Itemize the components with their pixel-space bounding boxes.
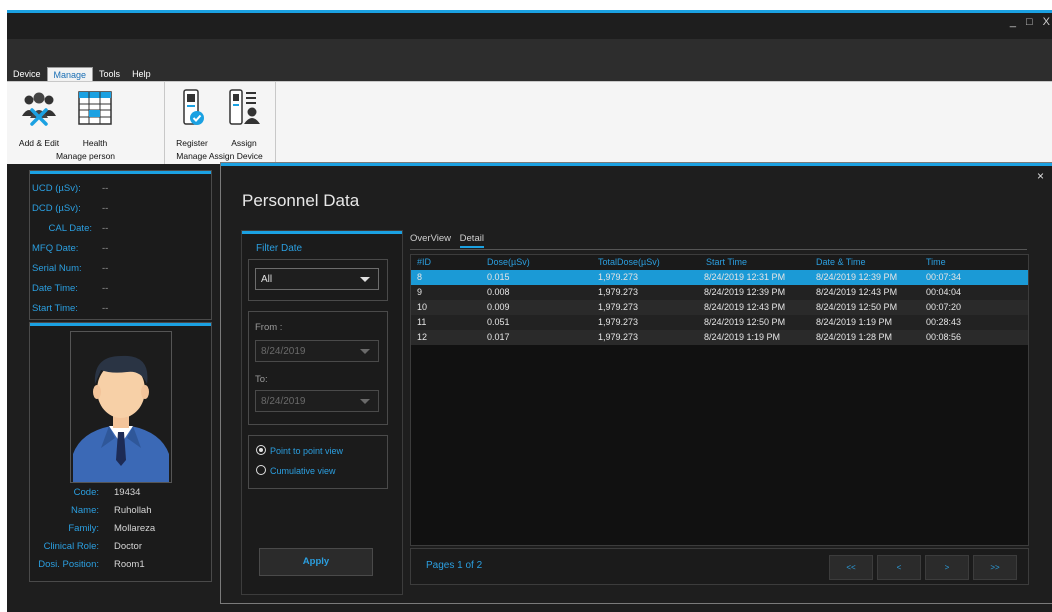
- add-edit-button[interactable]: Add & Edit: [11, 88, 67, 148]
- from-label: From :: [255, 322, 283, 333]
- field-serial-num: Serial Num: --: [32, 263, 109, 274]
- field-mfq-date: MFQ Date: --: [32, 243, 109, 254]
- health-button[interactable]: Health: [67, 88, 123, 148]
- chevron-down-icon: [360, 399, 370, 404]
- register-label: Register: [176, 138, 208, 148]
- page-indicator: Pages 1 of 2: [426, 560, 483, 571]
- tab-bar: OverView Detail: [410, 233, 490, 248]
- column-header[interactable]: #ID: [411, 255, 481, 270]
- from-date-picker[interactable]: 8/24/2019: [255, 340, 379, 362]
- assign-button[interactable]: Assign: [216, 88, 272, 148]
- date-box: From : 8/24/2019 To: 8/24/2019: [248, 311, 388, 425]
- filter-panel: Filter Date All From : 8/24/2019 To: 8/2…: [241, 230, 403, 595]
- person-panel: Code: 19434 Name: Ruhollah Family: Mollarez…: [29, 322, 212, 582]
- table-row[interactable]: 11 0.051 1,979.273 8/24/2019 12:50 PM 8/…: [411, 315, 1028, 330]
- register-button[interactable]: Register: [164, 88, 220, 148]
- assign-label: Assign: [231, 138, 257, 148]
- personnel-data-panel: × Personnel Data Filter Date All From : …: [220, 162, 1052, 604]
- field-dcd: DCD (µSv): --: [32, 203, 109, 214]
- table-row[interactable]: 10 0.009 1,979.273 8/24/2019 12:43 PM 8/…: [411, 300, 1028, 315]
- tab-overview[interactable]: OverView: [410, 233, 451, 244]
- close-window-button[interactable]: X: [1043, 16, 1050, 28]
- ribbon-group-manage-assign-device: Register Assign Manage Assign Device: [164, 82, 276, 164]
- column-header[interactable]: Date & Time: [810, 255, 920, 270]
- tab-detail[interactable]: Detail: [459, 233, 484, 248]
- to-date-value: 8/24/2019: [261, 396, 306, 407]
- next-page-button[interactable]: >: [925, 555, 969, 580]
- field-cal-date: CAL Date: --: [48, 223, 109, 234]
- health-label: Health: [82, 138, 108, 148]
- maximize-button[interactable]: □: [1026, 16, 1033, 28]
- minimize-button[interactable]: _: [1010, 16, 1016, 28]
- ribbon: Add & Edit Health Manage person Register…: [7, 81, 1052, 164]
- menu-tools[interactable]: Tools: [93, 67, 126, 81]
- date-range-select[interactable]: All: [255, 268, 379, 290]
- close-panel-button[interactable]: ×: [1037, 169, 1044, 183]
- panel-accent: [30, 323, 211, 326]
- title-bar: [7, 13, 1052, 39]
- view-mode-box: Point to point view Cumulative view: [248, 435, 388, 489]
- app-window: _ □ X Device Manage Tools Help Add & Edi…: [7, 10, 1052, 612]
- health-table-icon: [75, 88, 115, 128]
- toolbar-strip: [7, 39, 1052, 67]
- pagination-bar: Pages 1 of 2 << < > >>: [410, 548, 1029, 585]
- panel-accent: [221, 163, 1052, 166]
- apply-button[interactable]: Apply: [259, 548, 373, 576]
- avatar: [70, 331, 172, 483]
- person-avatar-icon: [71, 332, 171, 482]
- to-label: To:: [255, 374, 268, 385]
- tab-divider: [410, 249, 1027, 250]
- cumulative-radio[interactable]: Cumulative view: [256, 465, 336, 476]
- panel-accent: [242, 231, 402, 234]
- people-tools-icon: [19, 88, 59, 128]
- menu-help[interactable]: Help: [126, 67, 157, 81]
- panel-accent: [30, 171, 211, 174]
- menu-manage[interactable]: Manage: [46, 67, 94, 82]
- last-page-button[interactable]: >>: [973, 555, 1017, 580]
- data-table: #ID Dose(µSv) TotalDose(µSv) Start Time …: [410, 254, 1029, 546]
- dosimeter-check-icon: [172, 88, 212, 128]
- chevron-down-icon: [360, 277, 370, 282]
- column-header[interactable]: Start Time: [700, 255, 810, 270]
- menu-bar: Device Manage Tools Help: [7, 67, 1052, 82]
- group-title-manage-assign-device: Manage Assign Device: [176, 151, 263, 161]
- filter-title: Filter Date: [256, 243, 303, 254]
- add-edit-label: Add & Edit: [18, 138, 60, 148]
- page-title: Personnel Data: [242, 191, 360, 210]
- radio-selected-icon: [256, 445, 266, 455]
- table-row[interactable]: 9 0.008 1,979.273 8/24/2019 12:39 PM 8/2…: [411, 285, 1028, 300]
- to-date-picker[interactable]: 8/24/2019: [255, 390, 379, 412]
- field-ucd: UCD (µSv): --: [32, 183, 109, 194]
- group-title-manage-person: Manage person: [55, 151, 116, 161]
- device-info-panel: UCD (µSv): -- DCD (µSv): -- CAL Date: -- MF…: [29, 170, 212, 320]
- field-date-time: Date Time: --: [32, 283, 109, 294]
- table-row[interactable]: 12 0.017 1,979.273 8/24/2019 1:19 PM 8/2…: [411, 330, 1028, 345]
- column-header[interactable]: Dose(µSv): [481, 255, 592, 270]
- column-header[interactable]: TotalDose(µSv): [592, 255, 700, 270]
- date-range-value: All: [261, 274, 273, 285]
- menu-device[interactable]: Device: [7, 67, 47, 81]
- point-to-point-radio[interactable]: Point to point view: [256, 445, 343, 456]
- prev-page-button[interactable]: <: [877, 555, 921, 580]
- ribbon-group-manage-person: Add & Edit Health Manage person: [7, 82, 165, 164]
- window-controls: _ □ X: [1010, 16, 1050, 28]
- from-date-value: 8/24/2019: [261, 346, 306, 357]
- first-page-button[interactable]: <<: [829, 555, 873, 580]
- radio-unselected-icon: [256, 465, 266, 475]
- table-header: #ID Dose(µSv) TotalDose(µSv) Start Time …: [411, 255, 1028, 270]
- field-start-time: Start Time: --: [32, 303, 109, 314]
- range-box: All: [248, 259, 388, 301]
- chevron-down-icon: [360, 349, 370, 354]
- dosimeter-person-icon: [224, 88, 264, 128]
- column-header[interactable]: Time: [920, 255, 1028, 270]
- table-row[interactable]: 8 0.015 1,979.273 8/24/2019 12:31 PM 8/2…: [411, 270, 1028, 285]
